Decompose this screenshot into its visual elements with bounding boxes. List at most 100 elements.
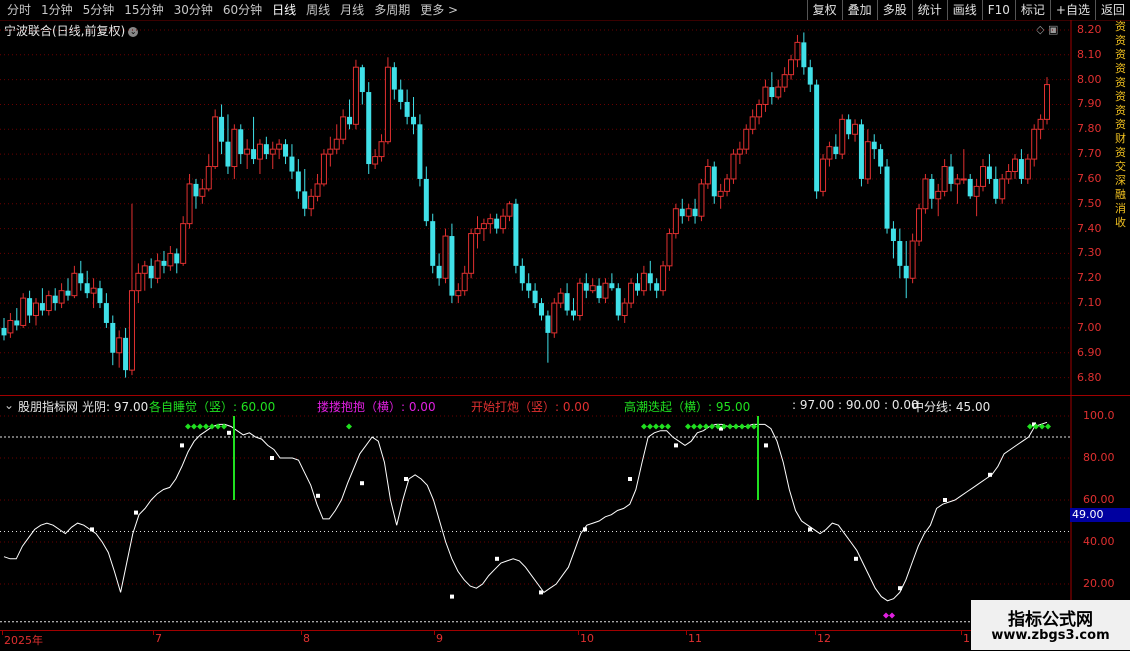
- candle-body-down: [398, 89, 404, 102]
- signal-diamond-green: [647, 423, 653, 430]
- candle-body-up: [500, 215, 507, 230]
- candle-body-up: [32, 302, 39, 317]
- candle-body-up: [576, 282, 583, 317]
- candle-body-up: [45, 295, 52, 312]
- indicator-marker: [628, 477, 632, 481]
- signal-diamond-green: [191, 423, 197, 430]
- candle-body-up: [820, 158, 827, 192]
- candle-body-down: [538, 303, 544, 316]
- indicator-line: [3, 421, 1048, 602]
- candle-body-up: [1012, 158, 1019, 172]
- candle-body-down: [225, 141, 231, 167]
- indicator-guangyin: 光阴: 97.00: [82, 400, 149, 414]
- candle-body-up: [621, 302, 628, 317]
- signal-diamond-green: [185, 423, 191, 430]
- candle-body-up: [672, 208, 679, 235]
- price-tick-label: 7.90: [1077, 97, 1102, 111]
- candle-body-down: [833, 146, 839, 155]
- candle-body-down: [884, 166, 890, 229]
- candle-body-up: [794, 41, 801, 61]
- indicator-tick-label: 20.00: [1083, 577, 1115, 590]
- candle-body-up: [205, 166, 212, 190]
- candle-body-down: [858, 124, 864, 179]
- candle-body-down: [513, 203, 519, 266]
- candle-body-down: [238, 129, 244, 155]
- candle-body-up: [922, 178, 929, 210]
- candle-body-down: [295, 171, 301, 192]
- candle-body-up: [960, 178, 967, 181]
- signal-diamond-green: [346, 423, 352, 430]
- indicator-marker: [227, 430, 231, 435]
- candle-body-up: [909, 240, 916, 279]
- candle-body-down: [148, 265, 154, 279]
- indicator-marker: [808, 527, 812, 532]
- candle-body-down: [14, 320, 20, 326]
- price-tick-label: 7.70: [1077, 147, 1102, 161]
- candle-body-up: [7, 319, 14, 334]
- candle-body-up: [468, 233, 475, 274]
- candle-body-down: [615, 288, 621, 316]
- date-tick-label: 8: [303, 632, 310, 645]
- candle-body-up: [320, 153, 327, 185]
- price-tick-label: 8.20: [1077, 22, 1102, 36]
- price-tick-label: 7.60: [1077, 171, 1102, 185]
- watermark: 指标公式网 www.zbgs3.com: [971, 600, 1130, 650]
- candle-body-down: [366, 92, 372, 165]
- signal-diamond-green: [703, 423, 709, 430]
- price-tick-label: 7.80: [1077, 122, 1102, 136]
- indicator-chevron-icon[interactable]: ⌄: [4, 398, 14, 412]
- candle-body-up: [749, 116, 756, 130]
- price-tick-label: 7.40: [1077, 221, 1102, 235]
- chart-canvas: [0, 20, 1072, 630]
- candle-body-up: [941, 166, 948, 192]
- candle-body-up: [916, 208, 923, 242]
- candle-body-down: [545, 315, 551, 333]
- date-tick-label: 9: [436, 632, 443, 645]
- indicator-marker: [270, 456, 274, 460]
- right-info-strip: 资资资资资资资资财资交深融消收: [1115, 20, 1126, 229]
- candle-body-down: [897, 241, 903, 266]
- indicator-levels: : 97.00 : 90.00 : 0.00: [792, 398, 919, 412]
- candle-body-down: [436, 265, 442, 279]
- candle-body-up: [480, 223, 487, 230]
- date-tick-label: 11: [688, 632, 702, 645]
- indicator-tick-label: 80.00: [1083, 451, 1115, 464]
- candle-body-up: [333, 138, 340, 150]
- candle-body-down: [519, 265, 525, 284]
- signal-diamond-green: [197, 423, 203, 430]
- candle-body-up: [954, 178, 961, 185]
- candle-body-down: [526, 283, 532, 291]
- candle-body-up: [852, 123, 859, 135]
- candle-body-down: [609, 283, 615, 289]
- candle-body-up: [154, 260, 161, 279]
- candle-body-up: [256, 143, 263, 160]
- candle-body-up: [775, 86, 782, 98]
- price-tick-label: 7.20: [1077, 271, 1102, 285]
- candle-body-down: [449, 236, 455, 296]
- candle-body-up: [269, 148, 276, 155]
- indicator-tick-label: 60.00: [1083, 493, 1115, 506]
- candle-body-down: [27, 298, 33, 316]
- indicator-marker: [404, 477, 408, 481]
- current-value-box: 49.00: [1070, 508, 1130, 522]
- signal-diamond-green: [745, 423, 751, 430]
- candle-body-down: [174, 253, 180, 264]
- candle-body-down: [39, 303, 45, 311]
- candle-body-down: [161, 260, 167, 266]
- candle-body-up: [864, 141, 871, 180]
- indicator-marker: [450, 594, 454, 599]
- candle-body-up: [244, 148, 251, 155]
- date-axis: 2025年 7 8 9 10 11 12 1: [0, 630, 1130, 651]
- candle-body-down: [967, 178, 973, 197]
- candle-body-up: [724, 178, 731, 192]
- panel-divider: [0, 395, 1130, 396]
- date-tick-mark: [301, 631, 302, 635]
- signal-diamond-green: [665, 423, 671, 430]
- candle-body-up: [340, 116, 347, 140]
- candle-body-up: [839, 118, 846, 155]
- candle-body-down: [302, 191, 308, 209]
- indicator-signal4: 高潮迭起（横）: 95.00: [624, 400, 751, 414]
- candle-body-down: [993, 178, 999, 199]
- candle-body-up: [372, 156, 379, 165]
- candle-body-down: [807, 67, 813, 85]
